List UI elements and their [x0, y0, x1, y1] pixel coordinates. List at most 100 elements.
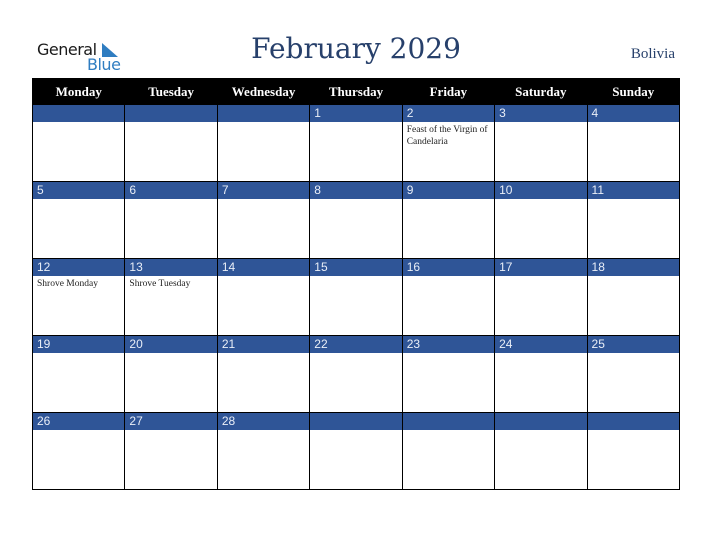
- day-number: 5: [33, 182, 125, 199]
- holiday-event: [33, 122, 124, 124]
- holiday-event: [218, 276, 309, 278]
- country-label: Bolivia: [630, 46, 675, 62]
- day-cell[interactable]: 1: [309, 104, 403, 182]
- holiday-event: [125, 122, 216, 124]
- day-cell[interactable]: 12 Shrove Monday: [31, 258, 126, 336]
- day-number: 18: [587, 259, 679, 276]
- day-number: 3: [495, 105, 587, 122]
- day-cell[interactable]: [216, 104, 311, 182]
- day-number: 13: [125, 259, 217, 276]
- holiday-event: [403, 276, 494, 278]
- holiday-event: [588, 430, 679, 432]
- holiday-event: [588, 353, 679, 355]
- day-cell[interactable]: 13 Shrove Tuesday: [124, 258, 218, 336]
- holiday-event: [310, 353, 401, 355]
- day-number: 23: [402, 336, 495, 353]
- day-number: [402, 413, 495, 430]
- day-number: 15: [310, 259, 402, 276]
- holiday-event: [310, 199, 401, 201]
- day-cell[interactable]: 7: [216, 181, 311, 259]
- day-number: 12: [33, 259, 125, 276]
- holiday-event: [495, 276, 586, 278]
- day-number: 25: [587, 336, 679, 353]
- day-cell[interactable]: [494, 412, 588, 490]
- day-number: 7: [217, 182, 310, 199]
- page-title: February 2029: [251, 32, 461, 65]
- holiday-event: Shrove Tuesday: [129, 279, 191, 289]
- holiday-event: [495, 430, 586, 432]
- day-cell[interactable]: 3: [494, 104, 588, 182]
- day-number: 10: [495, 182, 587, 199]
- day-cell[interactable]: 24: [494, 335, 588, 413]
- day-cell[interactable]: 11: [586, 181, 681, 259]
- day-cell[interactable]: 14: [216, 258, 311, 336]
- weekday-header: Wednesday: [216, 78, 311, 105]
- day-cell[interactable]: [586, 412, 681, 490]
- holiday-event: [33, 430, 124, 432]
- holiday-event: Feast of the Virgin of Candelaria: [406, 125, 488, 147]
- day-cell[interactable]: 6: [124, 181, 218, 259]
- day-cell[interactable]: [401, 412, 496, 490]
- day-cell[interactable]: 10: [494, 181, 588, 259]
- holiday-event: [33, 199, 124, 201]
- day-number: 14: [217, 259, 310, 276]
- weekday-header: Tuesday: [124, 78, 218, 105]
- day-cell[interactable]: 4: [586, 104, 681, 182]
- day-number: 24: [495, 336, 587, 353]
- holiday-event: [495, 122, 586, 124]
- day-cell[interactable]: 23: [401, 335, 496, 413]
- day-cell[interactable]: 18: [586, 258, 681, 336]
- holiday-event: [218, 199, 309, 201]
- day-number: 4: [587, 105, 679, 122]
- weekday-header: Sunday: [586, 78, 681, 105]
- day-number: 28: [217, 413, 310, 430]
- day-number: 8: [310, 182, 402, 199]
- day-cell[interactable]: 22: [309, 335, 403, 413]
- weekday-header: Monday: [31, 78, 126, 105]
- weekday-header: Thursday: [309, 78, 403, 105]
- day-cell[interactable]: [309, 412, 403, 490]
- holiday-event: [403, 199, 494, 201]
- day-cell[interactable]: 19: [31, 335, 126, 413]
- day-number: [33, 105, 125, 122]
- day-cell[interactable]: 17: [494, 258, 588, 336]
- day-number: 6: [125, 182, 217, 199]
- day-cell[interactable]: [124, 104, 218, 182]
- holiday-event: [403, 353, 494, 355]
- week-row: 26 27 28: [31, 412, 681, 490]
- day-cell[interactable]: 15: [309, 258, 403, 336]
- day-number: 19: [33, 336, 125, 353]
- holiday-event: [33, 353, 124, 355]
- holiday-event: [125, 353, 216, 355]
- holiday-event: [495, 353, 586, 355]
- day-number: [310, 413, 402, 430]
- day-number: 22: [310, 336, 402, 353]
- day-cell[interactable]: 20: [124, 335, 218, 413]
- day-cell[interactable]: 28: [216, 412, 311, 490]
- holiday-event: [125, 199, 216, 201]
- day-cell[interactable]: 8: [309, 181, 403, 259]
- day-cell[interactable]: 2 Feast of the Virgin of Candelaria: [401, 104, 496, 182]
- day-cell[interactable]: [31, 104, 126, 182]
- holiday-event: [310, 122, 401, 124]
- day-number: 16: [402, 259, 495, 276]
- week-row: 12 Shrove Monday 13 Shrove Tuesday 14 15 16 17 1…: [31, 258, 681, 336]
- holiday-event: [588, 122, 679, 124]
- calendar-grid: Monday Tuesday Wednesday Thursday Friday…: [31, 78, 681, 490]
- day-number: 11: [587, 182, 679, 199]
- day-number: 17: [495, 259, 587, 276]
- day-cell[interactable]: 25: [586, 335, 681, 413]
- holiday-event: [125, 430, 216, 432]
- day-cell[interactable]: 9: [401, 181, 496, 259]
- day-cell[interactable]: 16: [401, 258, 496, 336]
- day-cell[interactable]: 26: [31, 412, 126, 490]
- holiday-event: [218, 122, 309, 124]
- holiday-event: [495, 199, 586, 201]
- day-cell[interactable]: 5: [31, 181, 126, 259]
- day-cell[interactable]: 27: [124, 412, 218, 490]
- day-number: [495, 413, 587, 430]
- holiday-event: Shrove Monday: [37, 279, 98, 289]
- day-cell[interactable]: 21: [216, 335, 311, 413]
- holiday-event: [310, 430, 401, 432]
- holiday-event: [218, 430, 309, 432]
